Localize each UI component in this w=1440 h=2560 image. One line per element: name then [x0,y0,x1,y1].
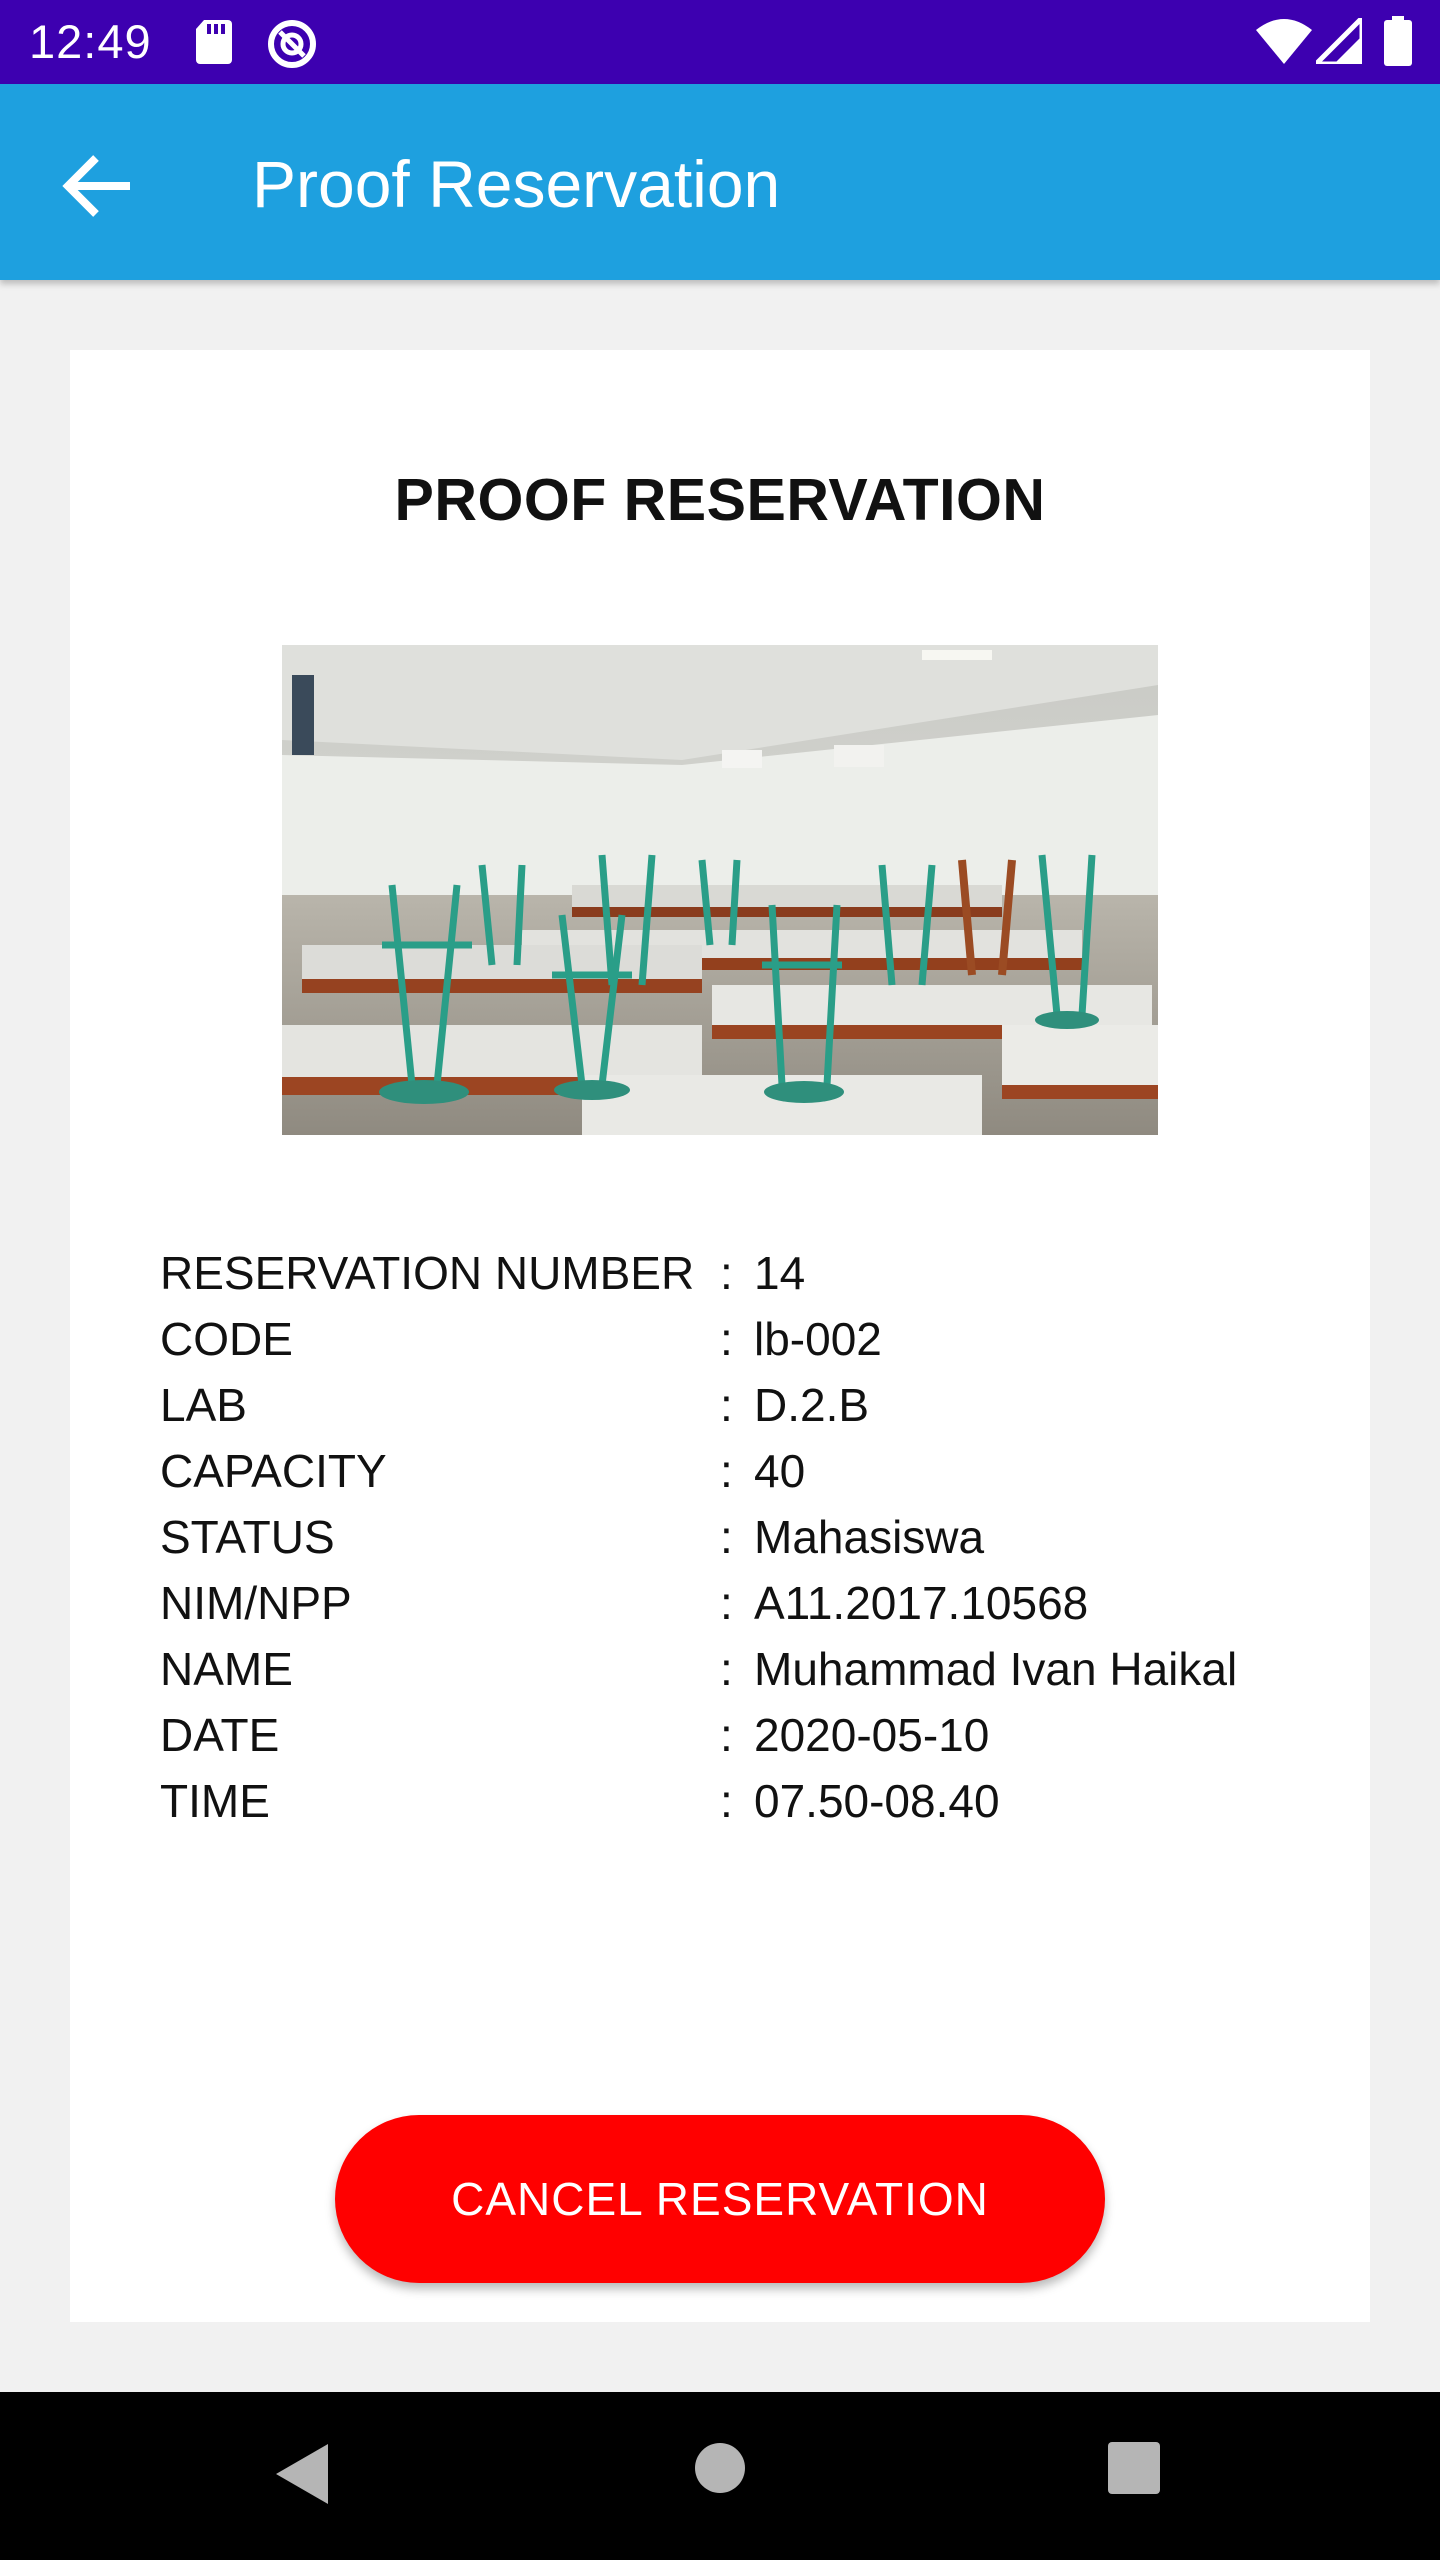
sync-icon [268,20,316,68]
detail-label: STATUS [160,1511,335,1563]
detail-separator: : [720,1379,733,1431]
arrow-back-icon [62,155,130,217]
detail-value: D.2.B [754,1379,870,1431]
lab-photo [282,645,1158,1135]
detail-value: 40 [754,1445,806,1497]
detail-value: 14 [754,1247,806,1299]
detail-label: NIM/NPP [160,1577,352,1629]
detail-label: CAPACITY [160,1445,387,1497]
detail-label: DATE [160,1709,280,1761]
detail-label: RESERVATION NUMBER [160,1247,695,1299]
detail-value: 2020-05-10 [754,1709,990,1761]
detail-label: LAB [160,1379,247,1431]
detail-separator: : [720,1511,733,1563]
detail-value: 07.50-08.40 [754,1775,1000,1827]
detail-label: TIME [160,1775,270,1827]
signal-icon [1316,18,1362,64]
nav-recents-icon[interactable] [1108,2442,1160,2494]
sd-card-icon [196,20,232,64]
reservation-card: PROOF RESERVATION RESERVATION NUMBER: 1… [70,350,1370,2322]
detail-label: CODE [160,1313,293,1365]
battery-icon [1384,16,1412,66]
detail-separator: : [720,1247,733,1299]
detail-value: Muhammad Ivan Haikal [754,1643,1238,1695]
detail-separator: : [720,1709,733,1761]
detail-label: NAME [160,1643,293,1695]
detail-value: A11.2017.10568 [754,1577,1089,1629]
detail-separator: : [720,1313,733,1365]
navigation-bar [0,2392,1440,2560]
card-heading: PROOF RESERVATION [394,467,1046,533]
detail-separator: : [720,1445,733,1497]
wifi-icon [1256,19,1312,64]
detail-separator: : [720,1577,733,1629]
app-bar: Proof Reservation [0,84,1440,280]
status-bar: 12:49 [0,0,1440,84]
detail-separator: : [720,1775,733,1827]
detail-separator: : [720,1643,733,1695]
status-time: 12:49 [29,15,152,68]
back-button[interactable] [50,138,146,234]
cancel-reservation-button[interactable]: CANCEL RESERVATION [335,2115,1105,2283]
app-title: Proof Reservation [252,147,781,221]
detail-value: lb-002 [754,1313,882,1365]
detail-value: Mahasiswa [754,1511,985,1563]
nav-back-icon[interactable] [272,2436,328,2512]
nav-home-icon[interactable] [694,2442,746,2494]
